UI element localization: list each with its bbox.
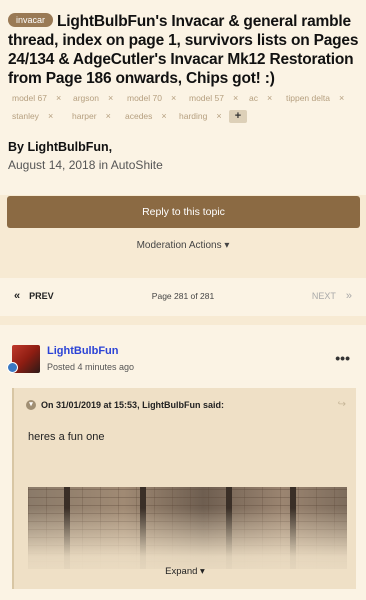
tag-remove-icon[interactable]: × [171, 93, 176, 103]
ellipsis-icon[interactable]: ••• [335, 350, 350, 366]
post-timestamp[interactable]: Posted 4 minutes ago [47, 362, 134, 372]
tag-remove-icon[interactable]: × [216, 111, 221, 121]
topic-title: invacar LightBulbFun's Invacar & general … [8, 12, 360, 88]
quote-citation-text: On 31/01/2019 at 15:53, LightBulbFun sai… [41, 400, 225, 410]
double-chevron-right-icon: » [345, 290, 352, 302]
tag-remove-icon[interactable]: × [161, 111, 166, 121]
tag-remove-icon[interactable]: × [56, 93, 61, 103]
tag-item[interactable]: acedes × [125, 111, 179, 121]
rank-badge-icon [7, 362, 18, 373]
moderation-actions-button[interactable]: Moderation Actions ▾ [0, 240, 366, 251]
tag-item[interactable]: model 67 × [12, 93, 73, 103]
quote-citation: ▾ On 31/01/2019 at 15:53, LightBulbFun s… [26, 400, 224, 410]
tag-remove-icon[interactable]: × [48, 111, 53, 121]
tag-list: model 67 × argson × model 70 × model 57 × ac… [12, 89, 352, 125]
moderation-actions-label: Moderation Actions [136, 240, 222, 251]
topic-title-text: LightBulbFun's Invacar & general ramble … [8, 13, 359, 87]
topic-prefix-badge[interactable]: invacar [8, 13, 54, 27]
caret-down-icon: ▾ [224, 240, 230, 251]
tag-item[interactable]: stanley × [12, 111, 72, 121]
tag-item[interactable]: harding × [179, 111, 229, 121]
reply-to-topic-button[interactable]: Reply to this topic [7, 196, 360, 228]
tag-remove-icon[interactable]: × [106, 111, 111, 121]
topic-date: August 14, 2018 in AutoShite [8, 158, 163, 172]
caret-down-icon: ▾ [200, 566, 205, 577]
pagination: «PREV Page 281 of 281 NEXT» [0, 278, 366, 316]
chevron-circle-icon[interactable]: ▾ [26, 400, 36, 410]
tag-item[interactable]: model 57 × [189, 93, 249, 103]
post-card: LightBulbFun Posted 4 minutes ago ••• ▾ … [0, 325, 366, 600]
tag-item[interactable]: ac × [249, 93, 286, 103]
tag-row: stanley × harper × acedes × harding × + [12, 107, 352, 125]
tag-remove-icon[interactable]: × [339, 93, 344, 103]
quote-text: heres a fun one [28, 431, 105, 443]
expand-quote-button[interactable]: Expand ▾ [14, 566, 356, 577]
next-page-button: NEXT » [312, 290, 352, 302]
next-label: NEXT [311, 291, 336, 301]
tag-remove-icon[interactable]: × [233, 93, 238, 103]
tag-remove-icon[interactable]: × [108, 93, 113, 103]
tag-item[interactable]: harper × [72, 111, 125, 121]
tag-remove-icon[interactable]: × [267, 93, 272, 103]
post-author-name[interactable]: LightBulbFun [47, 345, 118, 357]
expand-label: Expand [165, 566, 198, 577]
more-tags-button[interactable]: + [229, 109, 247, 123]
tag-item[interactable]: argson × [73, 93, 127, 103]
topic-header: invacar LightBulbFun's Invacar & general … [0, 0, 366, 195]
tag-item[interactable]: tippen delta × [286, 93, 344, 103]
quote-block: ▾ On 31/01/2019 at 15:53, LightBulbFun s… [12, 388, 356, 589]
tag-item[interactable]: model 70 × [127, 93, 189, 103]
tag-row: model 67 × argson × model 70 × model 57 × ac… [12, 89, 352, 107]
share-icon[interactable]: ↪ [338, 399, 346, 410]
topic-author[interactable]: By LightBulbFun, [8, 140, 112, 154]
